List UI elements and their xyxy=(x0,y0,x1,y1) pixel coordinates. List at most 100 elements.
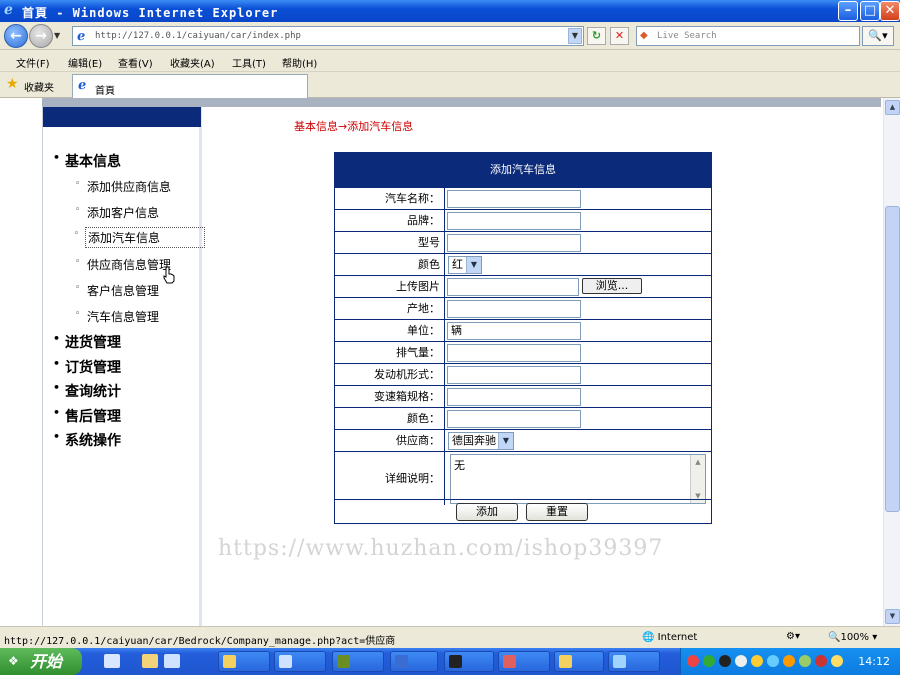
quicklaunch-ie-icon[interactable] xyxy=(164,654,180,668)
tray-icon[interactable] xyxy=(751,655,763,667)
hand-cursor-icon xyxy=(163,266,175,284)
stop-icon[interactable]: ✕ xyxy=(610,27,629,45)
sidebar-item-supplier-manage[interactable]: 供应商信息管理 xyxy=(75,256,171,273)
reset-button[interactable]: 重置 xyxy=(526,503,588,521)
engine-input[interactable] xyxy=(447,366,581,384)
breadcrumb: 基本信息→添加汽车信息 xyxy=(294,120,414,133)
sidebar-item-add-customer[interactable]: 添加客户信息 xyxy=(75,204,159,221)
tab-home[interactable]: ℯ 首頁 xyxy=(72,74,308,98)
close-button[interactable]: ✕ xyxy=(880,1,900,21)
address-dropdown-icon[interactable]: ▼ xyxy=(568,28,582,44)
tray-icon[interactable] xyxy=(815,655,827,667)
model-input[interactable] xyxy=(447,234,581,252)
form-row-supplier: 供应商： 德国奔驰 ▼ xyxy=(335,429,711,451)
search-placeholder: Live Search xyxy=(657,31,717,41)
supplier-select-value: 德国奔驰 xyxy=(452,434,496,447)
tray-icon[interactable] xyxy=(687,655,699,667)
refresh-icon[interactable]: ↻ xyxy=(587,27,606,45)
taskbar-item-folder[interactable] xyxy=(554,651,604,672)
engine-label: 发动机形式： xyxy=(335,364,445,385)
brand-input[interactable] xyxy=(447,212,581,230)
taskbar-item-dreamweaver[interactable] xyxy=(332,651,384,672)
menu-help[interactable]: 帮助(H) xyxy=(282,55,317,70)
scroll-up-icon[interactable]: ▲ xyxy=(692,456,704,468)
search-input[interactable]: ◆ Live Search xyxy=(636,26,860,46)
color-select[interactable]: 红 ▼ xyxy=(448,256,482,274)
address-field[interactable]: ℯ http://127.0.0.1/caiyuan/car/index.php… xyxy=(72,26,584,46)
taskbar-item-qq[interactable] xyxy=(444,651,494,672)
tray-icon[interactable] xyxy=(719,655,731,667)
menu-view[interactable]: 查看(V) xyxy=(118,55,153,70)
tray-icon[interactable] xyxy=(831,655,843,667)
search-button[interactable]: 🔍▾ xyxy=(862,26,894,46)
taskbar-item-explorer[interactable] xyxy=(218,651,270,672)
supplier-select[interactable]: 德国奔驰 ▼ xyxy=(448,432,514,450)
color-select-value: 红 xyxy=(452,258,463,271)
sidebar-category-stats[interactable]: 查询统计 xyxy=(53,381,121,401)
sidebar-category-aftersales[interactable]: 售后管理 xyxy=(53,406,121,426)
favorites-star-icon[interactable]: ★ xyxy=(6,76,19,92)
taskbar-item-ie[interactable] xyxy=(274,651,326,672)
car-name-input[interactable] xyxy=(447,190,581,208)
system-tray: 14:12 xyxy=(680,648,900,675)
sidebar-item-car-manage[interactable]: 汽车信息管理 xyxy=(75,308,159,325)
taskbar-item-network[interactable] xyxy=(608,651,660,672)
dreamweaver-icon xyxy=(337,655,350,668)
maximize-button[interactable]: □ xyxy=(860,1,880,21)
origin-input[interactable] xyxy=(447,300,581,318)
forward-button[interactable]: → xyxy=(29,24,53,48)
start-button[interactable]: ❖ 开始 xyxy=(0,648,82,675)
menu-tools[interactable]: 工具(T) xyxy=(232,55,266,70)
quicklaunch-folder-icon[interactable] xyxy=(142,654,158,668)
tray-icon[interactable] xyxy=(767,655,779,667)
folder-icon xyxy=(223,655,236,668)
minimize-button[interactable]: – xyxy=(838,1,858,21)
sidebar-item-customer-manage[interactable]: 客户信息管理 xyxy=(75,282,159,299)
sidebar-category-basic[interactable]: 基本信息 xyxy=(53,151,121,171)
chevron-down-icon: ▼ xyxy=(466,257,481,273)
page-scrollbar[interactable]: ▲ ▼ xyxy=(883,98,900,626)
displacement-input[interactable] xyxy=(447,344,581,362)
taskbar-item-app[interactable] xyxy=(498,651,550,672)
browse-button[interactable]: 浏览... xyxy=(582,278,642,294)
sidebar-category-system[interactable]: 系统操作 xyxy=(53,430,121,450)
menu-favorites[interactable]: 收藏夹(A) xyxy=(170,55,215,70)
gearbox-input[interactable] xyxy=(447,388,581,406)
network-icon xyxy=(613,655,626,668)
quicklaunch-icon[interactable] xyxy=(104,654,120,668)
form-title: 添加汽车信息 xyxy=(335,153,711,187)
zoom-control[interactable]: 🔍100% ▾ xyxy=(828,632,877,643)
color-select-label: 颜色 xyxy=(335,254,445,275)
description-textarea[interactable]: 无 ▲ ▼ xyxy=(450,454,706,504)
scrollbar-thumb[interactable] xyxy=(885,206,900,512)
sidebar-category-purchase[interactable]: 进货管理 xyxy=(53,332,121,352)
sidebar-item-add-supplier[interactable]: 添加供应商信息 xyxy=(75,178,171,195)
menu-edit[interactable]: 编辑(E) xyxy=(68,55,102,70)
tray-icon[interactable] xyxy=(799,655,811,667)
tray-icon[interactable] xyxy=(783,655,795,667)
model-label: 型号 xyxy=(335,232,445,253)
sidebar-header xyxy=(43,107,201,127)
clock: 14:12 xyxy=(858,655,890,668)
favorites-button[interactable]: 收藏夹 xyxy=(24,79,54,94)
color-input[interactable] xyxy=(447,410,581,428)
sidebar-item-add-car[interactable]: 添加汽车信息 xyxy=(74,227,205,248)
scroll-up-icon[interactable]: ▲ xyxy=(885,100,900,115)
sidebar-category-orders[interactable]: 订货管理 xyxy=(53,357,121,377)
add-button[interactable]: 添加 xyxy=(456,503,518,521)
tab-title: 首頁 xyxy=(95,86,115,97)
upload-file-input[interactable] xyxy=(447,278,579,296)
tray-icon[interactable] xyxy=(735,655,747,667)
tray-icon[interactable] xyxy=(703,655,715,667)
form-row-origin: 产地： xyxy=(335,297,711,319)
ie-logo-icon: ℯ xyxy=(4,2,13,18)
menu-file[interactable]: 文件(F) xyxy=(16,55,50,70)
protected-mode-icon[interactable]: ⚙▾ xyxy=(786,631,800,642)
history-dropdown-icon[interactable]: ▼ xyxy=(54,31,60,40)
textarea-scrollbar[interactable]: ▲ ▼ xyxy=(690,455,705,503)
unit-input[interactable]: 辆 xyxy=(447,322,581,340)
origin-label: 产地： xyxy=(335,298,445,319)
taskbar-item-word[interactable] xyxy=(390,651,438,672)
back-button[interactable]: ← xyxy=(4,24,28,48)
scroll-down-icon[interactable]: ▼ xyxy=(885,609,900,624)
